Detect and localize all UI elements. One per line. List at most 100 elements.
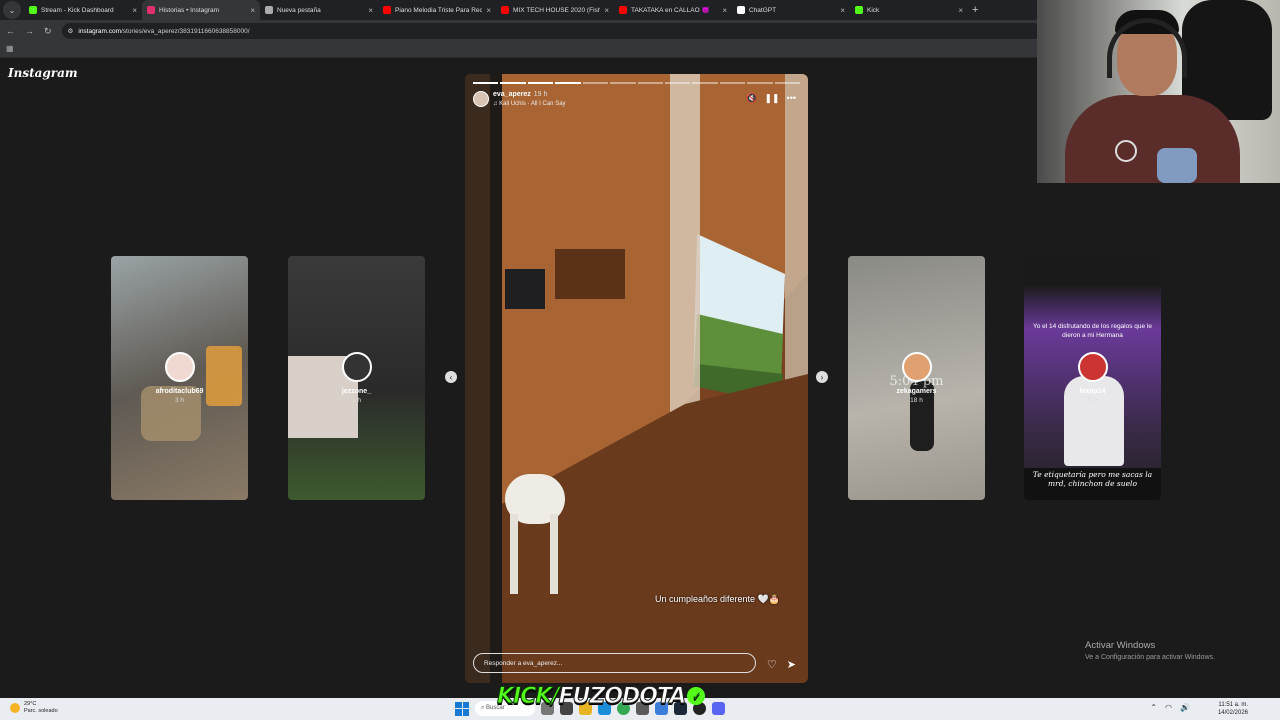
tab-favicon-icon <box>619 6 627 14</box>
avatar <box>901 352 932 382</box>
bookmarks-bar: ▦ <box>0 42 1040 58</box>
progress-segment <box>527 82 554 84</box>
close-tab-icon[interactable]: × <box>368 6 373 15</box>
tab-title: MIX TECH HOUSE 2020 (Fisher <box>513 6 601 14</box>
preview-username: lexop14 <box>1079 388 1106 395</box>
progress-segment <box>692 82 718 84</box>
new-tab-button[interactable]: + <box>972 4 978 16</box>
weather-temp: 29°C <box>24 701 37 707</box>
preview-text-bottom: Te etiquetaría pero me sacas la mrd, chi… <box>1024 468 1161 500</box>
url-host: instagram.com <box>78 27 121 35</box>
progress-segment <box>473 82 499 84</box>
progress-segment <box>774 82 801 84</box>
story-username[interactable]: eva_aperez <box>493 91 531 98</box>
tabs-container: Stream - Kick Dashboard × Historias • Inst… <box>24 0 968 20</box>
progress-segment <box>555 82 581 84</box>
story-preview[interactable]: afroditaclub69 3 h <box>111 256 248 500</box>
progress-segment <box>500 82 526 84</box>
url-path: /stories/eva_aperez/3831911660638858000/ <box>121 27 250 35</box>
discord-icon[interactable] <box>712 702 725 715</box>
story-header: eva_aperez 19 h ♫ Kali Uchis · All I Can … <box>473 89 800 111</box>
tab-title: Piano Melodia Triste Para Reco <box>395 6 483 14</box>
story-preview[interactable]: jezzone_ 1 h <box>288 256 425 500</box>
previous-story-button[interactable]: ‹ <box>445 371 457 383</box>
kick-channel-banner: KICK/FUZODOTA ✓ <box>496 684 706 710</box>
clock-date: 14/02/2026 <box>1217 710 1248 716</box>
story-preview[interactable]: 5:04 pm zekagamers 18 h <box>848 256 985 500</box>
story-preview[interactable]: Yo el 14 disfrutando de los regalos que … <box>1024 256 1161 500</box>
back-icon[interactable]: ← <box>6 26 15 36</box>
browser-tab[interactable]: Stream - Kick Dashboard × <box>24 0 142 20</box>
story-time-ago: 19 h <box>533 91 548 98</box>
progress-segment <box>610 82 636 84</box>
preview-username: jezzone_ <box>341 388 372 395</box>
close-tab-icon[interactable]: × <box>722 6 727 15</box>
next-story-button[interactable]: › <box>816 371 828 383</box>
story-controls: 🔇 ❚❚ ••• <box>746 93 796 104</box>
wifi-icon[interactable]: ◠ <box>1165 703 1172 712</box>
story-avatar[interactable] <box>473 91 489 107</box>
tray-expand-icon[interactable]: ⌃ <box>1150 703 1157 712</box>
browser-tab[interactable]: MIX TECH HOUSE 2020 (Fisher × <box>496 0 614 20</box>
activation-title: Activar Windows <box>1085 640 1156 651</box>
streamer-torso <box>1065 95 1240 183</box>
progress-segment <box>582 82 609 84</box>
active-story[interactable]: eva_aperez 19 h ♫ Kali Uchis · All I Can … <box>465 74 808 683</box>
progress-segment <box>747 82 773 84</box>
close-tab-icon[interactable]: × <box>132 6 137 15</box>
close-tab-icon[interactable]: × <box>486 6 491 15</box>
share-send-icon[interactable]: ➤ <box>787 658 796 671</box>
banner-prefix: KICK/ <box>496 684 559 710</box>
weather-widget[interactable]: 29°C Parc. soleado <box>10 701 58 715</box>
pause-icon[interactable]: ❚❚ <box>764 93 779 104</box>
tab-favicon-icon <box>737 6 745 14</box>
url-field[interactable]: ⚙ instagram.com/stories/eva_aperez/38319… <box>61 23 1042 39</box>
browser-tab[interactable]: ChatGPT × <box>732 0 850 20</box>
reload-icon[interactable]: ↻ <box>44 26 52 37</box>
system-tray: ⌃ ◠ 🔊 <box>1150 703 1190 712</box>
story-image <box>465 74 808 683</box>
more-options-icon[interactable]: ••• <box>787 93 796 104</box>
tab-title: Historias • Instagram <box>159 6 220 14</box>
tab-title: ChatGPT <box>749 6 777 14</box>
browser-tab[interactable]: Piano Melodia Triste Para Reco × <box>378 0 496 20</box>
tab-strip: ⌄ Stream - Kick Dashboard × Historias • In… <box>0 0 1040 20</box>
close-tab-icon[interactable]: × <box>250 6 255 15</box>
volume-icon[interactable]: 🔊 <box>1180 703 1190 712</box>
close-tab-icon[interactable]: × <box>604 6 609 15</box>
site-info-icon[interactable]: ⚙ <box>68 27 74 35</box>
progress-segment <box>719 82 746 84</box>
apps-grid-icon[interactable]: ▦ <box>6 44 14 53</box>
tab-search-button[interactable]: ⌄ <box>3 1 21 19</box>
tab-title: TAKATAKA en CALLAO 😈 <box>631 7 710 14</box>
sun-icon <box>10 703 20 713</box>
story-username-row[interactable]: eva_aperez 19 h <box>493 91 547 98</box>
clock-time: 11:51 a. m. <box>1218 702 1248 708</box>
progress-segment <box>637 82 663 84</box>
taskbar-clock[interactable]: 11:51 a. m. 14/02/2026 <box>1218 701 1248 717</box>
windows-start-icon[interactable] <box>455 701 469 716</box>
activation-subtitle: Ve a Configuración para activar Windows. <box>1085 654 1215 661</box>
preview-time: 21 h <box>1086 397 1099 404</box>
reply-input[interactable]: Responder a eva_aperez... <box>473 653 756 673</box>
browser-tab[interactable]: Kick × <box>850 0 968 20</box>
story-song[interactable]: ♫ Kali Uchis · All I Can Say <box>493 101 566 107</box>
story-progress-bar <box>473 82 801 84</box>
preview-time: 1 h <box>351 397 362 404</box>
verified-check-icon: ✓ <box>687 687 706 705</box>
instagram-logo[interactable]: Instagram <box>8 66 78 80</box>
forward-icon[interactable]: → <box>25 26 34 36</box>
close-tab-icon[interactable]: × <box>840 6 845 15</box>
song-label: Kali Uchis · All I Can Say <box>499 101 566 107</box>
browser-tab[interactable]: TAKATAKA en CALLAO 😈 × <box>614 0 732 20</box>
like-heart-icon[interactable]: ♡ <box>767 658 777 671</box>
preview-time: 3 h <box>174 397 185 404</box>
browser-tab[interactable]: Nueva pestaña × <box>260 0 378 20</box>
progress-segment <box>664 82 691 84</box>
water-bottle-shape <box>1157 148 1197 183</box>
mute-icon[interactable]: 🔇 <box>746 93 757 104</box>
browser-tab[interactable]: Historias • Instagram × <box>142 0 260 20</box>
address-bar-row: ← → ↻ ⚙ instagram.com/stories/eva_aperez… <box>0 20 1042 42</box>
close-tab-icon[interactable]: × <box>958 6 963 15</box>
preview-username: afroditaclub69 <box>155 388 204 395</box>
